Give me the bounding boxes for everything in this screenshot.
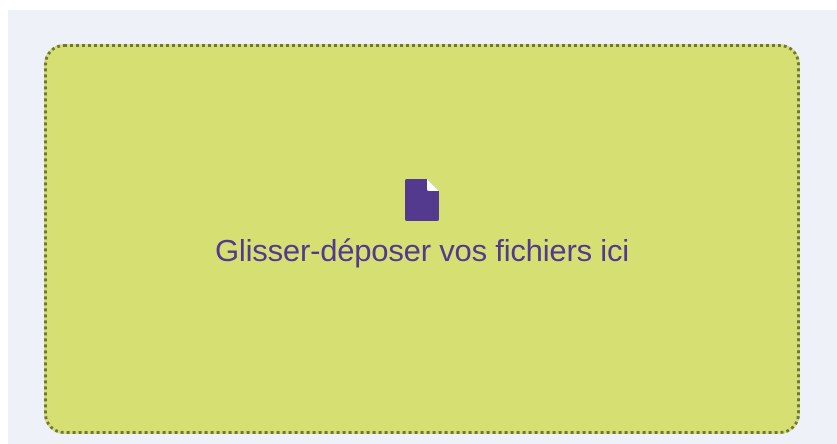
file-icon bbox=[405, 179, 439, 221]
dropzone-content: Glisser-déposer vos fichiers ici bbox=[47, 179, 797, 271]
dropzone-label: Glisser-déposer vos fichiers ici bbox=[215, 233, 629, 268]
file-dropzone[interactable]: Glisser-déposer vos fichiers ici bbox=[44, 44, 800, 434]
